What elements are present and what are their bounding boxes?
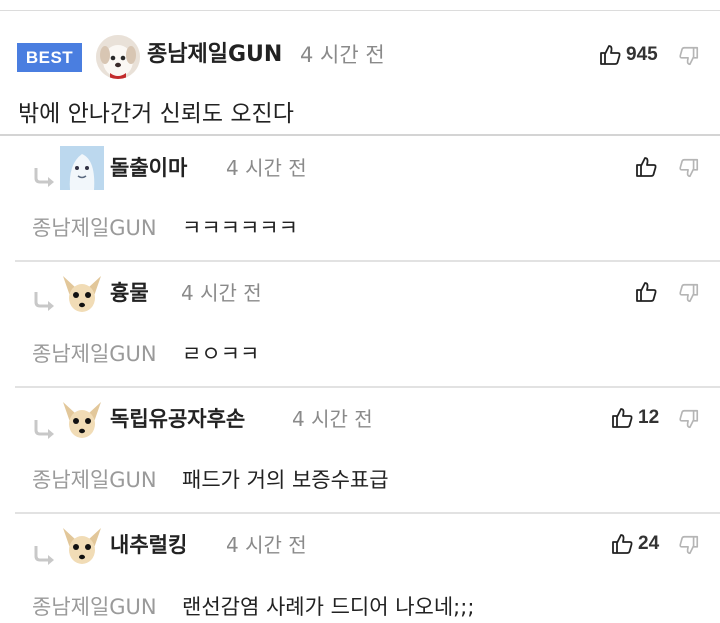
reply-text: ㅋㅋㅋㅋㅋㅋ [182, 216, 298, 240]
comment-author[interactable]: 돌출이마 [110, 153, 187, 183]
white-dog-avatar-icon [96, 35, 140, 79]
thumbs-up-icon [612, 534, 633, 554]
reply-item: 독립유공자후손 4 시간 전 12 종남제일GUN 패드가 거의 보증수표급 [0, 388, 720, 514]
comment-timestamp: 4 시간 전 [292, 407, 373, 431]
like-button[interactable] [634, 155, 658, 179]
comment-timestamp: 4 시간 전 [181, 281, 262, 305]
avatar[interactable] [60, 398, 104, 442]
reply-arrow-icon [32, 166, 58, 190]
best-badge: BEST [17, 43, 82, 72]
thumbs-up-icon [612, 408, 633, 428]
like-button[interactable] [634, 280, 658, 304]
thumbs-up-icon [600, 45, 621, 65]
avatar[interactable] [60, 146, 104, 190]
thumbs-down-icon [679, 158, 699, 178]
reply-mention[interactable]: 종남제일GUN [32, 339, 157, 369]
like-count: 12 [638, 407, 660, 428]
comment-timestamp: 4 시간 전 [300, 43, 385, 67]
reply-item: 돌출이마 4 시간 전 종남제일GUN ㅋㅋㅋㅋㅋㅋ [0, 136, 720, 262]
comment-author[interactable]: 독립유공자후손 [110, 404, 245, 434]
like-button[interactable] [610, 532, 634, 556]
reply-item: 내추럴킹 4 시간 전 24 종남제일GUN 랜선감염 사례가 드디어 나오네;… [0, 514, 720, 623]
like-count: 945 [626, 44, 658, 65]
reply-item: 흉물 4 시간 전 종남제일GUN ㄹㅇㅋㅋ [0, 262, 720, 388]
thumbs-up-icon [636, 157, 657, 177]
like-count: 24 [638, 533, 660, 554]
thumbs-down-icon [679, 283, 699, 303]
reply-arrow-icon [32, 290, 58, 314]
thumbs-down-icon [679, 46, 699, 66]
thumbs-down-icon [679, 409, 699, 429]
like-button[interactable] [598, 43, 622, 67]
dislike-button[interactable] [678, 157, 700, 179]
dislike-button[interactable] [678, 534, 700, 556]
comment-author[interactable]: 흉물 [110, 278, 149, 308]
reply-text: 패드가 거의 보증수표급 [182, 468, 389, 492]
reply-arrow-icon [32, 544, 58, 568]
thumbs-down-icon [679, 535, 699, 555]
blue-character-avatar-icon [60, 146, 104, 190]
comment-author[interactable]: 내추럴킹 [110, 530, 187, 560]
dislike-button[interactable] [678, 45, 700, 67]
chihuahua-avatar-icon [63, 528, 101, 564]
comment-timestamp: 4 시간 전 [226, 533, 307, 557]
avatar[interactable] [60, 272, 104, 316]
chihuahua-avatar-icon [63, 276, 101, 312]
avatar[interactable] [96, 35, 140, 79]
thumbs-up-icon [636, 282, 657, 302]
like-button[interactable] [610, 406, 634, 430]
comment-author[interactable]: 종남제일GUN [147, 40, 282, 70]
reply-mention[interactable]: 종남제일GUN [32, 213, 157, 243]
comment-body: 밖에 안나간거 신뢰도 오진다 [18, 101, 294, 127]
comment-timestamp: 4 시간 전 [226, 156, 307, 180]
avatar[interactable] [60, 524, 104, 568]
best-comment: BEST 종남제일GUN 4 시간 전 945 밖에 안나간거 신뢰도 오진다 [0, 11, 720, 135]
reply-mention[interactable]: 종남제일GUN [32, 465, 157, 495]
dislike-button[interactable] [678, 408, 700, 430]
dislike-button[interactable] [678, 282, 700, 304]
chihuahua-avatar-icon [63, 402, 101, 438]
reply-text: ㄹㅇㅋㅋ [182, 342, 260, 366]
reply-text: 랜선감염 사례가 드디어 나오네;;; [182, 595, 475, 619]
reply-mention[interactable]: 종남제일GUN [32, 592, 157, 622]
reply-arrow-icon [32, 418, 58, 442]
